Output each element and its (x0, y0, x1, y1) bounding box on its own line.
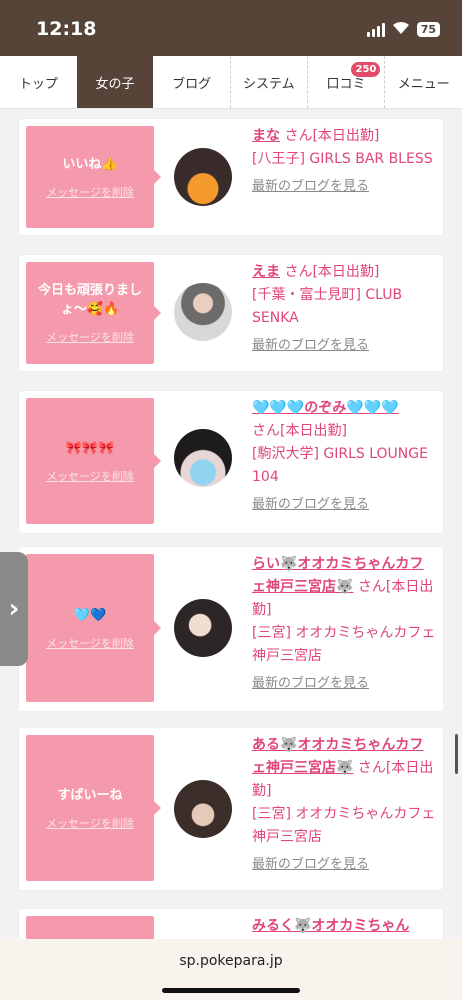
message-text: すばいーね (57, 787, 123, 803)
battery-icon: 75 (416, 22, 440, 37)
girl-info: らい🐺オオカミちゃんカフェ神戸三宮店🐺 さん[本日出勤] [三宮] オオカミちゃ… (252, 553, 436, 695)
girl-status: さん[本日出勤] (284, 128, 380, 144)
tab-blog[interactable]: ブログ (153, 56, 230, 108)
delete-message-link[interactable]: メッセージを削除 (46, 329, 134, 345)
message-bubble: 🎀🎀🎀 メッセージを削除 (26, 398, 161, 524)
tab-label: メニュー (397, 76, 450, 92)
shop-name: [千葉・富士見町] CLUB SENKA (252, 287, 403, 326)
message-card: いいね👍 メッセージを削除 まな さん[本日出勤] [八王子] GIRLS BA… (19, 119, 443, 235)
delete-message-link[interactable]: メッセージを削除 (46, 184, 134, 200)
tab-girls[interactable]: 女の子 (76, 56, 154, 108)
message-list: いいね👍 メッセージを削除 まな さん[本日出勤] [八王子] GIRLS BA… (0, 109, 462, 939)
status-time: 12:18 (36, 18, 97, 40)
tab-label: 女の子 (95, 76, 135, 92)
avatar[interactable] (174, 599, 232, 657)
scrollbar[interactable] (455, 734, 458, 774)
girl-info: 🩵🩵🩵のぞみ🩵🩵🩵 さん[本日出勤] [駒沢大学] GIRLS LOUNGE 1… (252, 397, 436, 516)
latest-blog-link[interactable]: 最新のブログを見る (252, 175, 436, 198)
tab-label: システム (243, 76, 295, 92)
reviews-count-badge: 250 (351, 62, 381, 77)
girl-info: ある🐺オオカミちゃんカフェ神戸三宮店🐺 さん[本日出勤] [三宮] オオカミちゃ… (252, 734, 436, 876)
message-text: 今日も頑張りましょ〜🥰🔥 (37, 283, 142, 317)
message-bubble: 今日も頑張りましょ〜🥰🔥 メッセージを削除 (26, 262, 161, 364)
shop-name: [駒沢大学] GIRLS LOUNGE 104 (252, 446, 428, 485)
home-indicator[interactable] (162, 988, 300, 993)
nav-tabs: トップ 女の子 ブログ システム 口コミ 250 メニュー (0, 56, 462, 109)
message-bubble (26, 916, 154, 939)
avatar[interactable] (174, 780, 232, 838)
latest-blog-link[interactable]: 最新のブログを見る (252, 334, 436, 357)
latest-blog-link[interactable]: 最新のブログを見る (252, 672, 436, 695)
message-text: 🩵💙 (73, 607, 107, 623)
delete-message-link[interactable]: メッセージを削除 (46, 635, 134, 651)
girl-name-link[interactable]: みるく🐺オオカミちゃん (252, 918, 409, 934)
message-card: すばいーね メッセージを削除 ある🐺オオカミちゃんカフェ神戸三宮店🐺 さん[本日… (19, 728, 443, 890)
avatar[interactable] (174, 283, 232, 341)
shop-name: [三宮] オオカミちゃんカフェ神戸三宮店 (252, 806, 436, 845)
shop-name: [八王子] GIRLS BAR BLESS (252, 151, 433, 167)
girl-status: さん[本日出勤] (284, 264, 380, 280)
girl-name-link[interactable]: えま (252, 264, 280, 280)
tab-menu[interactable]: メニュー (384, 56, 462, 108)
girl-status: さん[本日出勤] (252, 423, 347, 439)
signal-icon (366, 22, 385, 37)
girl-name-link[interactable]: まな (252, 128, 280, 144)
message-text: いいね👍 (62, 156, 118, 172)
browser-bottom-bar: sp.pokepara.jp (0, 939, 462, 1000)
chevron-right-icon: › (8, 594, 20, 624)
latest-blog-link[interactable]: 最新のブログを見る (252, 853, 436, 876)
status-icons: 75 (366, 20, 440, 39)
message-card: 🎀🎀🎀 メッセージを削除 🩵🩵🩵のぞみ🩵🩵🩵 さん[本日出勤] [駒沢大学] G… (19, 391, 443, 533)
url-field[interactable]: sp.pokepara.jp (0, 953, 462, 969)
message-card: 今日も頑張りましょ〜🥰🔥 メッセージを削除 えま さん[本日出勤] [千葉・富士… (19, 255, 443, 371)
side-drawer-handle[interactable]: › (0, 552, 28, 666)
message-bubble: すばいーね メッセージを削除 (26, 735, 161, 881)
message-card: 🩵💙 メッセージを削除 らい🐺オオカミちゃんカフェ神戸三宮店🐺 さん[本日出勤]… (19, 547, 443, 711)
tab-system[interactable]: システム (230, 56, 307, 108)
message-text: 🎀🎀🎀 (65, 440, 115, 456)
status-bar: 12:18 75 (0, 0, 462, 56)
latest-blog-link[interactable]: 最新のブログを見る (252, 493, 436, 516)
message-bubble: いいね👍 メッセージを削除 (26, 126, 161, 228)
girl-info: まな さん[本日出勤] [八王子] GIRLS BAR BLESS 最新のブログ… (252, 125, 436, 198)
tab-label: ブログ (172, 76, 212, 92)
tab-label: トップ (18, 76, 58, 92)
shop-name: [三宮] オオカミちゃんカフェ神戸三宮店 (252, 625, 436, 664)
message-bubble: 🩵💙 メッセージを削除 (26, 554, 161, 702)
girl-info: えま さん[本日出勤] [千葉・富士見町] CLUB SENKA 最新のブログを… (252, 261, 436, 357)
tab-top[interactable]: トップ (0, 56, 77, 108)
wifi-icon (392, 20, 410, 39)
delete-message-link[interactable]: メッセージを削除 (46, 468, 134, 484)
delete-message-link[interactable]: メッセージを削除 (46, 815, 134, 831)
message-card: みるく🐺オオカミちゃん (19, 909, 443, 939)
girl-name-link[interactable]: 🩵🩵🩵のぞみ🩵🩵🩵 (252, 400, 399, 416)
tab-reviews[interactable]: 口コミ 250 (306, 56, 385, 108)
girl-info: みるく🐺オオカミちゃん (252, 915, 436, 938)
avatar[interactable] (174, 429, 232, 487)
avatar[interactable] (174, 148, 232, 206)
